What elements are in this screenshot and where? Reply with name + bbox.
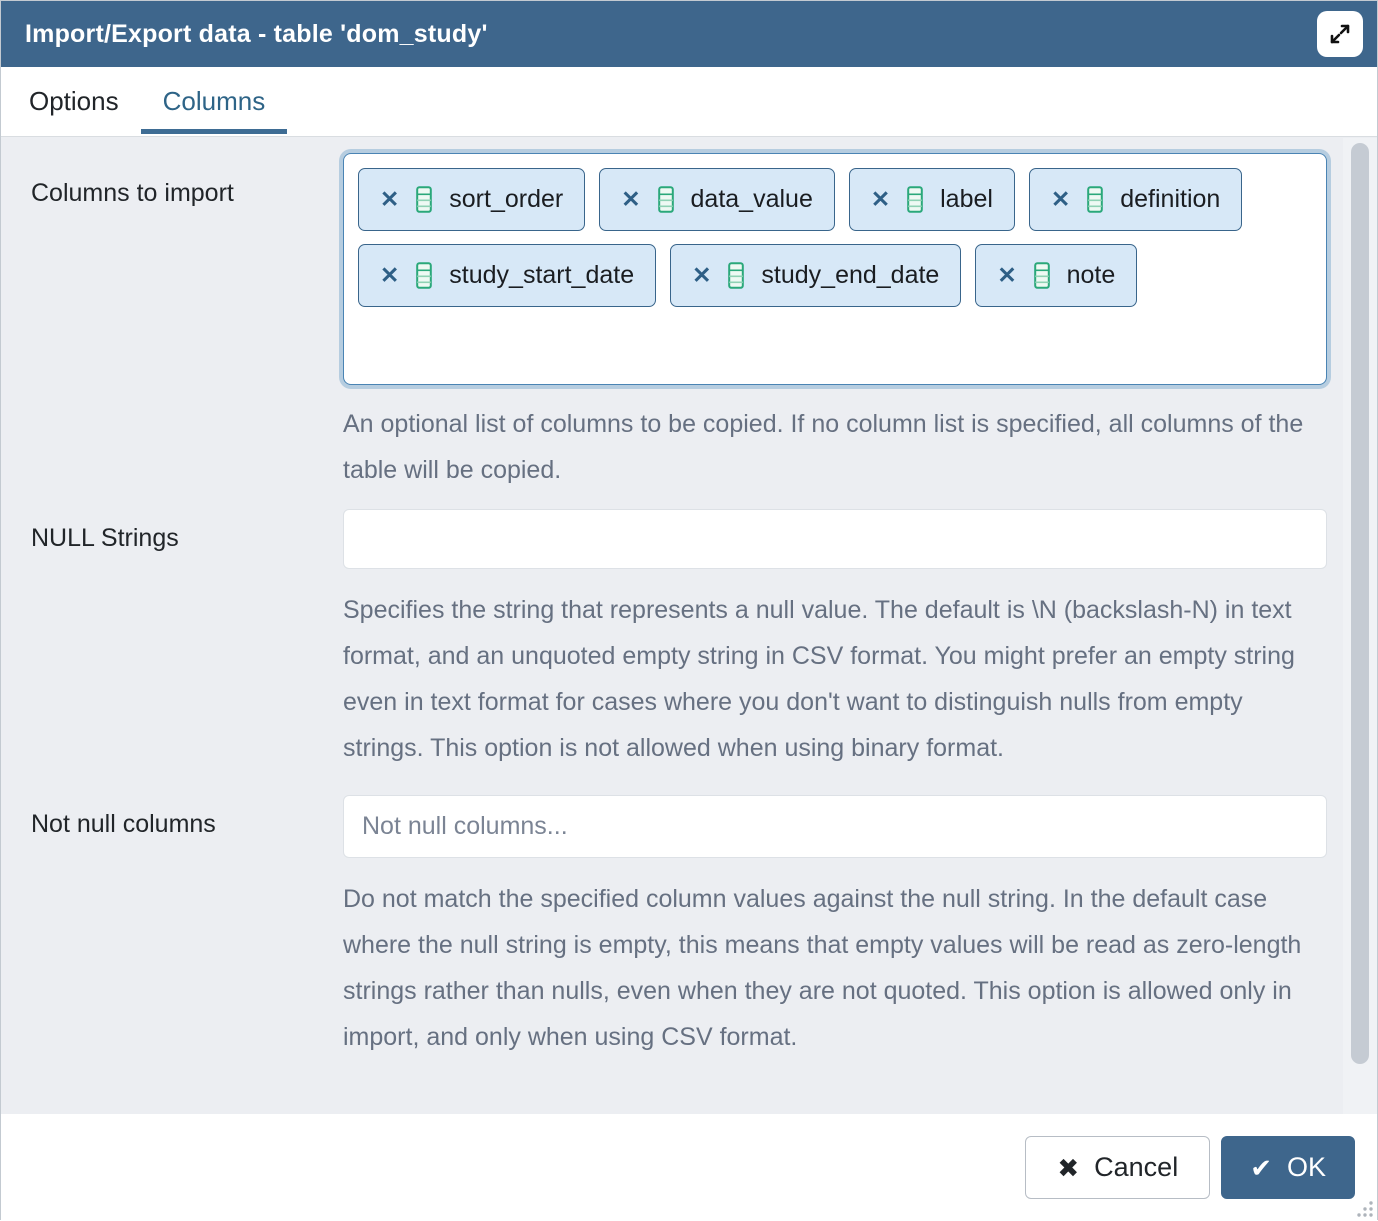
remove-column-icon[interactable]: ✕ [871,188,890,211]
scrollbar-thumb[interactable] [1351,143,1369,1064]
column-icon [416,186,432,213]
column-icon [907,186,923,213]
column-chip-label: definition [1120,185,1220,214]
cancel-button-label: Cancel [1094,1152,1178,1183]
column-chip[interactable]: ✕ label [849,168,1015,231]
column-icon [658,186,674,213]
remove-column-icon[interactable]: ✕ [1051,188,1070,211]
remove-column-icon[interactable]: ✕ [997,264,1016,287]
tab-columns[interactable]: Columns [141,67,288,136]
column-chip-label: study_start_date [449,261,634,290]
columns-to-import-help: An optional list of columns to be copied… [343,401,1327,493]
column-chip[interactable]: ✕ data_value [599,168,835,231]
ok-button[interactable]: ✔ OK [1221,1136,1355,1199]
null-strings-help: Specifies the string that represents a n… [343,587,1327,771]
column-icon [728,262,744,289]
column-chip-label: label [940,185,993,214]
column-chip[interactable]: ✕ definition [1029,168,1242,231]
columns-tab-panel: Columns to import ✕ sort_order ✕ data_va… [1,137,1377,1114]
column-chip-label: sort_order [449,185,563,214]
cancel-x-icon: ✖ [1057,1155,1079,1181]
columns-multiselect[interactable]: ✕ sort_order ✕ data_value ✕ label ✕ [343,153,1327,385]
dialog-title: Import/Export data - table 'dom_study' [25,20,488,49]
column-chip[interactable]: ✕ study_start_date [358,244,656,307]
check-icon: ✔ [1250,1155,1272,1181]
column-chip[interactable]: ✕ sort_order [358,168,585,231]
import-export-dialog: { "dialog": { "title": "Import/Export da… [0,0,1378,1220]
columns-to-import-label: Columns to import [31,153,343,208]
not-null-columns-label: Not null columns [31,795,343,839]
column-icon [1034,262,1050,289]
null-strings-row: NULL Strings Specifies the string that r… [31,509,1325,771]
columns-to-import-row: Columns to import ✕ sort_order ✕ data_va… [31,153,1325,493]
not-null-columns-input[interactable] [343,795,1327,858]
remove-column-icon[interactable]: ✕ [380,188,399,211]
column-icon [1087,186,1103,213]
column-chip-label: data_value [691,185,813,214]
not-null-columns-help: Do not match the specified column values… [343,876,1327,1060]
column-chip-label: study_end_date [761,261,939,290]
column-chip[interactable]: ✕ study_end_date [670,244,961,307]
column-icon [416,262,432,289]
column-chip[interactable]: ✕ note [975,244,1137,307]
dialog-header: Import/Export data - table 'dom_study' [1,1,1377,67]
tab-options[interactable]: Options [7,67,141,136]
tab-bar: Options Columns [1,67,1377,137]
not-null-columns-row: Not null columns Do not match the specif… [31,795,1325,1060]
resize-grip-icon[interactable] [1351,1195,1375,1219]
null-strings-label: NULL Strings [31,509,343,553]
cancel-button[interactable]: ✖ Cancel [1025,1136,1210,1199]
dialog-footer: ✖ Cancel ✔ OK [1,1114,1377,1221]
column-chip-label: note [1067,261,1116,290]
remove-column-icon[interactable]: ✕ [692,264,711,287]
null-strings-input[interactable] [343,509,1327,569]
ok-button-label: OK [1287,1152,1326,1183]
remove-column-icon[interactable]: ✕ [380,264,399,287]
maximize-button[interactable] [1317,11,1363,57]
remove-column-icon[interactable]: ✕ [621,188,640,211]
expand-icon [1328,22,1352,46]
